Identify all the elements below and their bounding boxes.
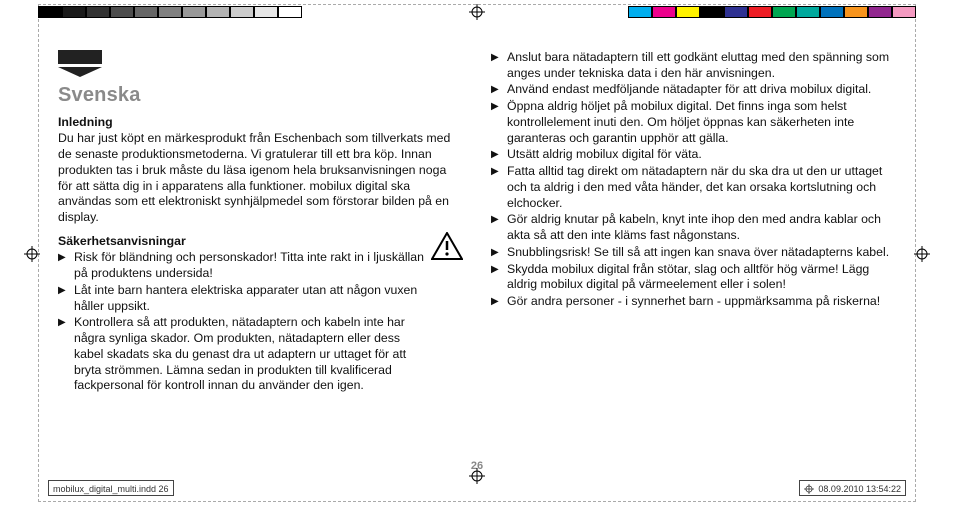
list-item: Öppna aldrig höljet på mobilux digital. … [491,99,896,146]
grayscale-colorbar [38,6,302,18]
right-column: Anslut bara nätadaptern till ett godkänt… [491,50,896,466]
registration-mark-icon [914,246,930,262]
list-item: Fatta alltid tag direkt om nätadaptern n… [491,164,896,211]
list-item: Anslut bara nätadaptern till ett godkänt… [491,50,896,81]
footer-date-text: 08.09.2010 13:54:22 [818,484,901,494]
list-item: Använd endast medföljande nätadapter för… [491,82,896,98]
safety-list-right: Anslut bara nätadaptern till ett godkänt… [491,50,896,310]
footer-timestamp: 08.09.2010 13:54:22 [799,480,906,496]
registration-mark-icon [804,484,814,494]
page-number: 26 [0,460,954,472]
page-content: Svenska Inledning Du har just köpt en mä… [58,50,896,466]
cmyk-colorbar [628,6,916,18]
footer-filename: mobilux_digital_multi.indd 26 [48,480,174,496]
list-item: Gör andra personer - i synnerhet barn - … [491,294,896,310]
warning-icon [431,232,463,260]
list-item: Kontrollera så att produkten, nätadapter… [58,315,431,394]
section-tab-icon [58,50,102,64]
safety-list-left: Risk för bländning och personskador! Tit… [58,250,431,394]
registration-mark-icon [24,246,40,262]
list-item: Utsätt aldrig mobilux digital för väta. [491,147,896,163]
list-item: Skydda mobilux digital från stötar, slag… [491,262,896,293]
registration-mark-icon [469,4,485,20]
print-footer: mobilux_digital_multi.indd 26 08.09.2010… [48,480,906,496]
list-item: Låt inte barn hantera elektriska apparat… [58,283,431,314]
left-column: Svenska Inledning Du har just köpt en mä… [58,50,463,466]
safety-heading: Säkerhetsanvisningar [58,234,431,250]
list-item: Snubblingsrisk! Se till så att ingen kan… [491,245,896,261]
intro-body: Du har just köpt en märkesprodukt från E… [58,131,463,225]
list-item: Gör aldrig knutar på kabeln, knyt inte i… [491,212,896,243]
list-item: Risk för bländning och personskador! Tit… [58,250,431,281]
language-heading: Svenska [58,83,463,109]
section-tab-arrow-icon [58,67,102,77]
intro-heading: Inledning [58,115,463,131]
